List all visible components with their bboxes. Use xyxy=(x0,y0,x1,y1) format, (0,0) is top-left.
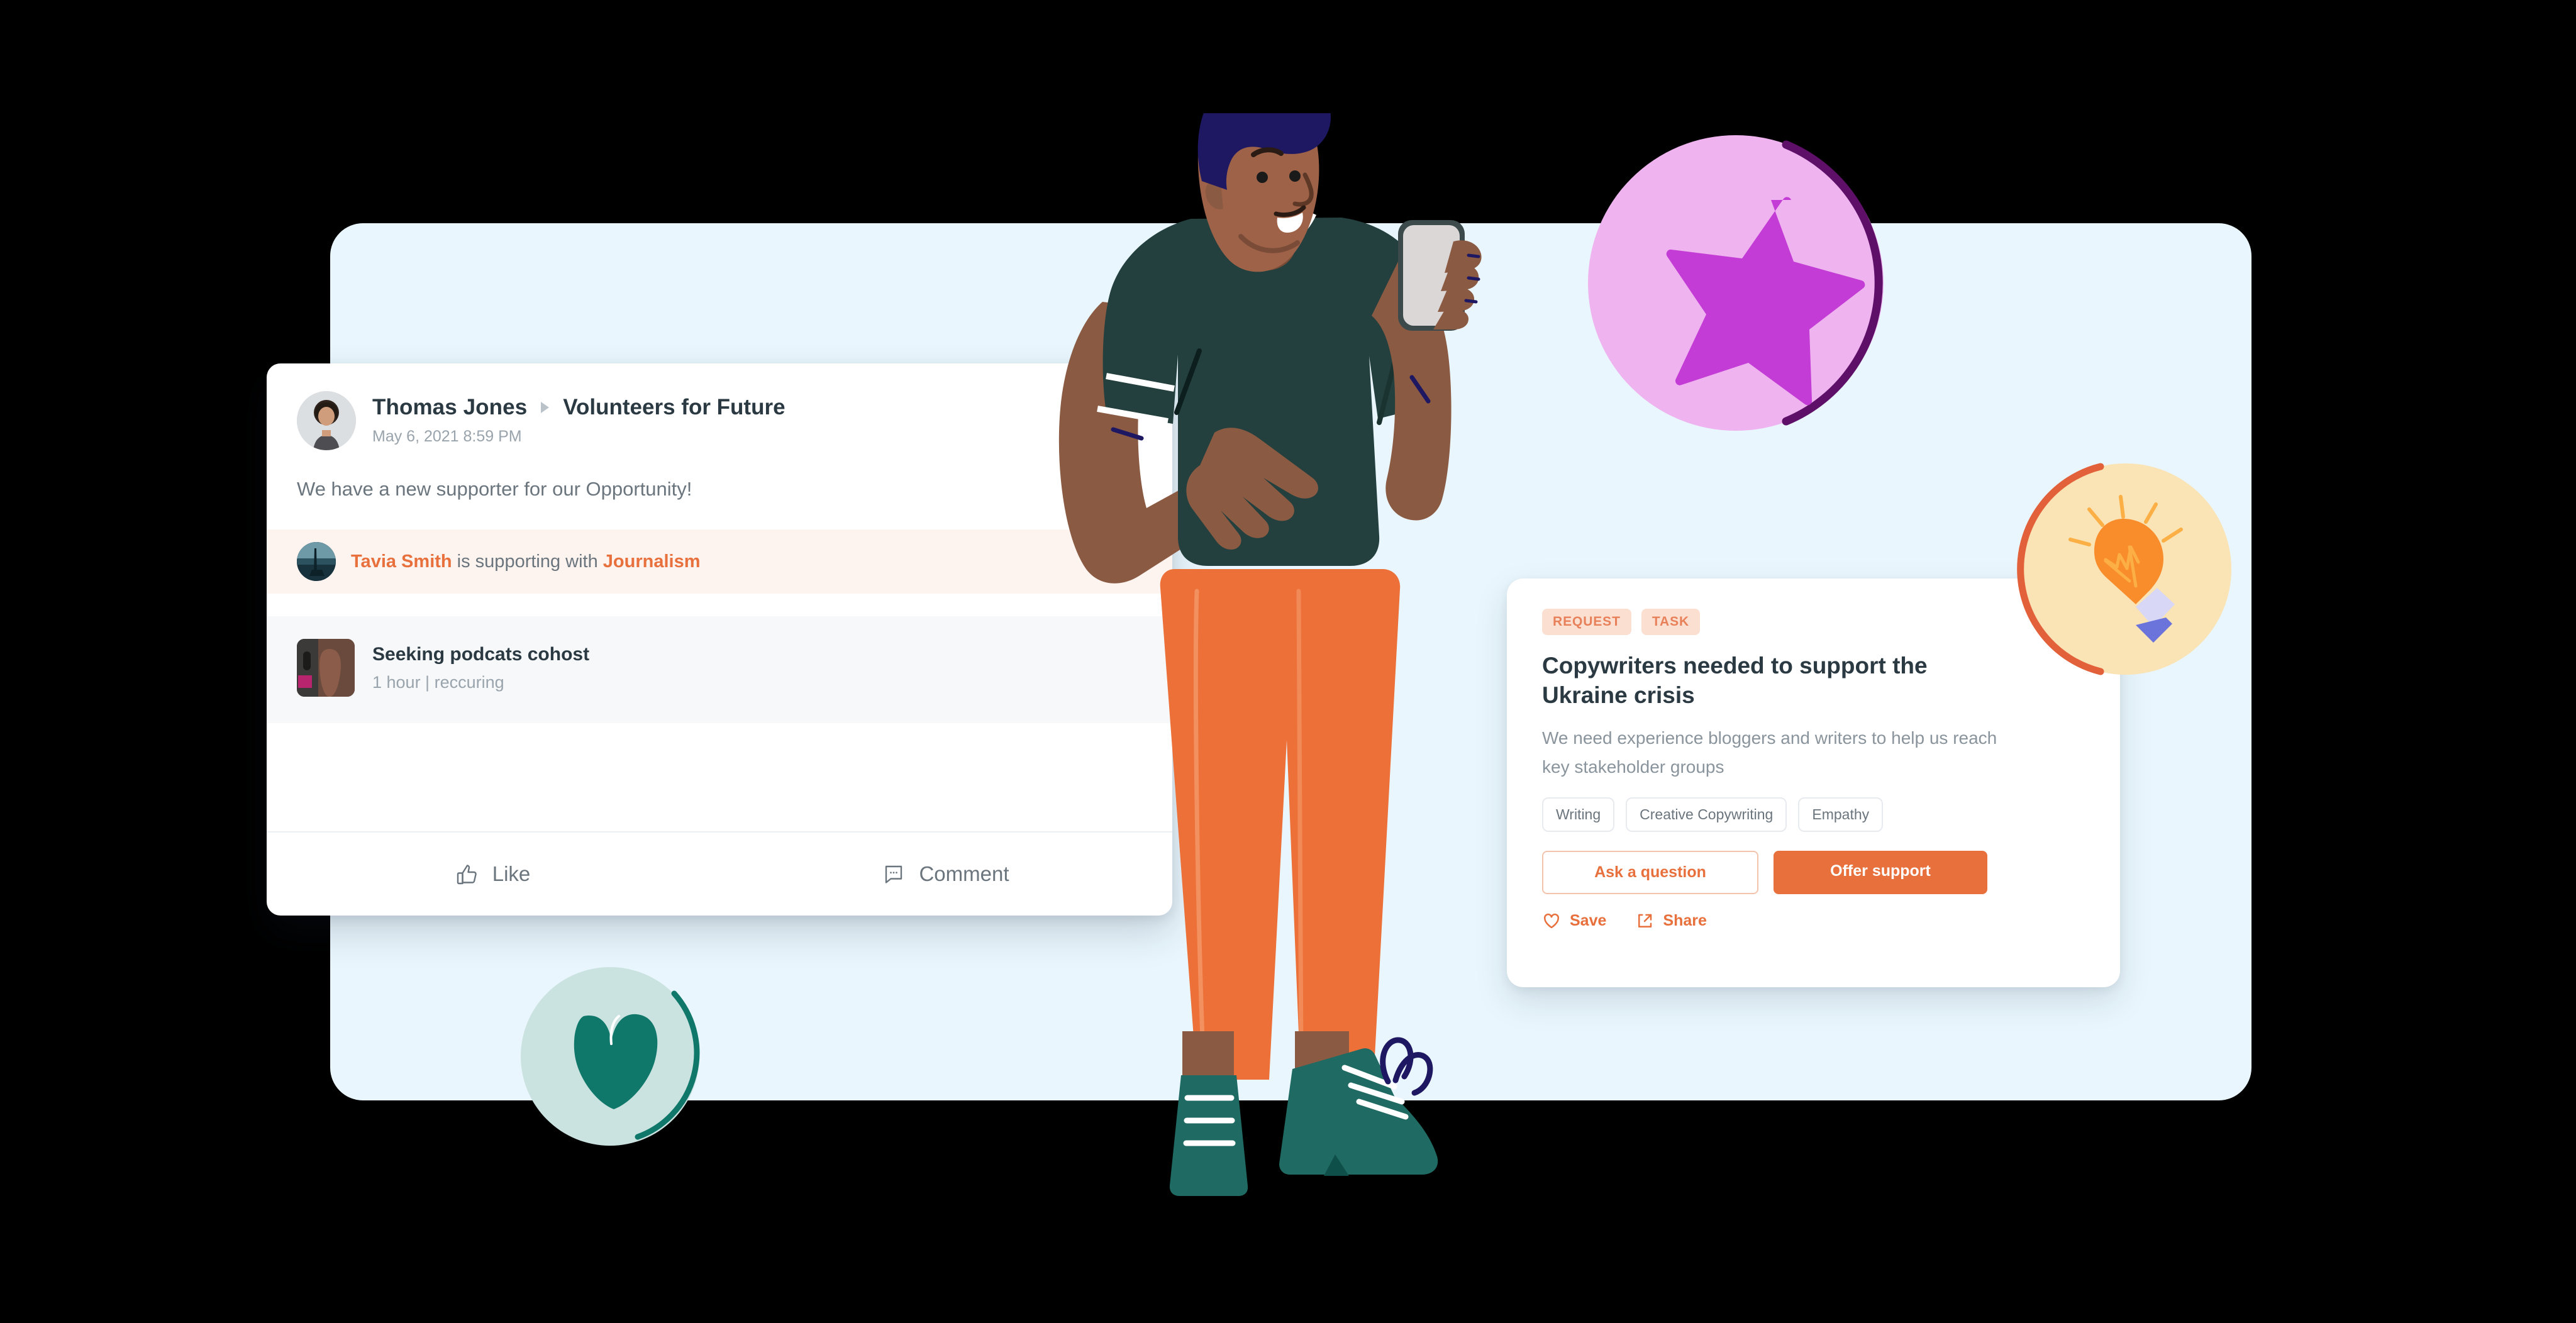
supporter-middle-text: is supporting with xyxy=(452,551,603,572)
heart-badge xyxy=(517,962,706,1151)
comment-icon xyxy=(882,863,905,885)
attachment-title: Seeking podcats cohost xyxy=(372,643,590,665)
chevron-right-icon xyxy=(541,402,550,413)
post-author-row: Thomas Jones Volunteers for Future xyxy=(372,395,786,420)
tag-creative-copywriting[interactable]: Creative Copywriting xyxy=(1626,797,1787,832)
post-timestamp: May 6, 2021 8:59 PM xyxy=(372,428,522,445)
share-button[interactable]: Share xyxy=(1635,912,1707,931)
chip-task: TASK xyxy=(1641,609,1701,635)
supporter-text: Tavia Smith is supporting with Journalis… xyxy=(351,551,701,572)
share-label: Share xyxy=(1663,912,1707,930)
opportunity-chips: REQUEST TASK xyxy=(1542,609,2085,635)
opportunity-links: Save Share xyxy=(1542,912,2085,931)
attachment-text: Seeking podcats cohost 1 hour | reccurin… xyxy=(372,644,589,692)
tag-writing[interactable]: Writing xyxy=(1542,797,1615,832)
save-label: Save xyxy=(1570,912,1607,930)
person-illustration xyxy=(1028,113,1550,1207)
star-badge xyxy=(1585,126,1899,440)
attachment-thumbnail xyxy=(297,639,355,697)
illustration-stage: Thomas Jones Volunteers for Future May 6… xyxy=(0,0,2576,1323)
ask-a-question-button[interactable]: Ask a question xyxy=(1542,850,1758,894)
supporter-avatar xyxy=(297,542,336,581)
like-label: Like xyxy=(492,862,531,885)
save-button[interactable]: Save xyxy=(1542,912,1606,931)
supporter-name[interactable]: Tavia Smith xyxy=(351,551,452,572)
avatar xyxy=(297,391,356,450)
offer-support-button[interactable]: Offer support xyxy=(1774,850,1987,894)
opportunity-buttons: Ask a question Offer support xyxy=(1542,850,2085,894)
post-author-name[interactable]: Thomas Jones xyxy=(372,395,527,420)
thumbs-up-icon xyxy=(456,863,479,885)
like-button[interactable]: Like xyxy=(267,862,719,886)
lightbulb-badge xyxy=(2012,459,2233,679)
post-header-text: Thomas Jones Volunteers for Future May 6… xyxy=(372,391,786,446)
opportunity-tags: Writing Creative Copywriting Empathy xyxy=(1542,797,2085,832)
share-icon xyxy=(1635,912,1654,931)
post-body-text: We have a new supporter for our Opportun… xyxy=(297,478,692,500)
opportunity-description: We need experience bloggers and writers … xyxy=(1542,728,1997,777)
tag-empathy[interactable]: Empathy xyxy=(1798,797,1884,832)
post-group-name[interactable]: Volunteers for Future xyxy=(563,395,785,420)
opportunity-title: Copywriters needed to support the Ukrain… xyxy=(1542,653,1928,708)
post-header: Thomas Jones Volunteers for Future May 6… xyxy=(297,391,1142,450)
comment-label: Comment xyxy=(919,862,1009,885)
supporter-skill[interactable]: Journalism xyxy=(603,551,701,572)
attachment-meta: 1 hour | reccuring xyxy=(372,672,504,692)
chip-request: REQUEST xyxy=(1542,609,1631,635)
